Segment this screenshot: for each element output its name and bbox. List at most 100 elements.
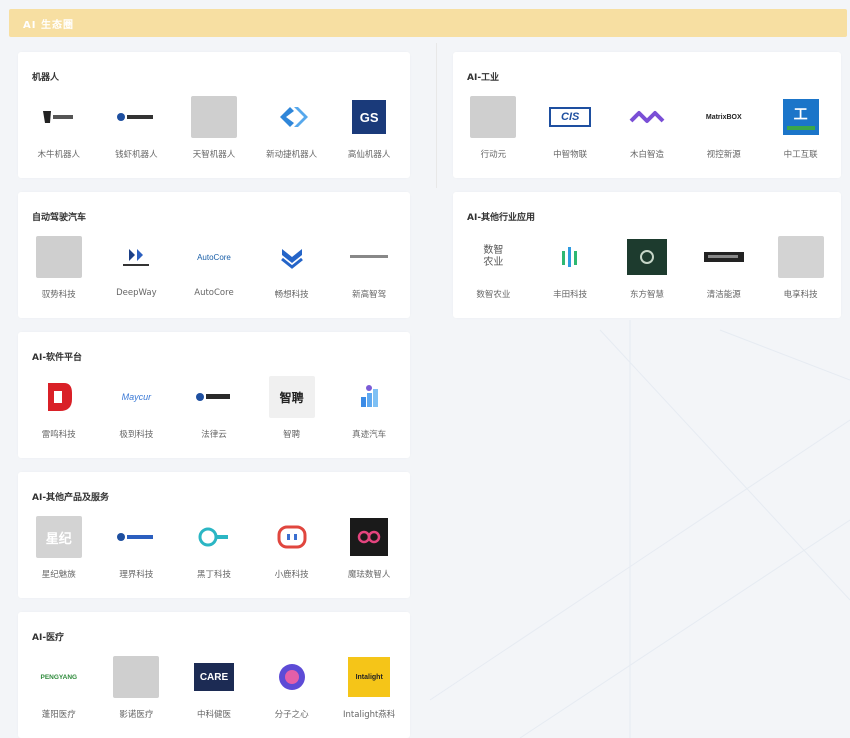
company-item[interactable]: Maycur 极到科技 bbox=[100, 376, 172, 440]
company-name[interactable]: 数智农业 bbox=[476, 288, 510, 300]
company-item[interactable]: 丰田科技 bbox=[534, 236, 606, 300]
qingjie-logo[interactable] bbox=[701, 236, 747, 278]
company-item[interactable]: 黑丁科技 bbox=[178, 516, 250, 580]
company-item[interactable]: 工中工互联 bbox=[765, 96, 837, 160]
company-item[interactable]: 数智 农业 数智农业 bbox=[457, 236, 529, 300]
company-name[interactable]: AutoCore bbox=[194, 288, 233, 298]
company-name[interactable]: 法律云 bbox=[201, 428, 227, 440]
company-item[interactable]: 木白智造 bbox=[611, 96, 683, 160]
company-item[interactable]: 法律云 bbox=[178, 376, 250, 440]
company-item[interactable]: 新高智驾 bbox=[333, 236, 405, 300]
company-name[interactable]: 天智机器人 bbox=[193, 148, 236, 160]
company-name[interactable]: 分子之心 bbox=[275, 708, 309, 720]
company-name[interactable]: 木牛机器人 bbox=[38, 148, 81, 160]
yingnuo-logo[interactable] bbox=[113, 656, 160, 698]
company-item[interactable]: PENGYANG 蓬阳医疗 bbox=[23, 656, 95, 721]
mubai-logo[interactable] bbox=[624, 96, 670, 138]
company-item[interactable]: 驭势科技 bbox=[23, 236, 95, 300]
company-item[interactable]: 小鹿科技 bbox=[256, 516, 328, 580]
company-item[interactable]: 电享科技 bbox=[765, 236, 837, 300]
company-item[interactable]: 行动元 bbox=[457, 96, 529, 160]
intalight-logo[interactable]: Intalight bbox=[346, 656, 392, 698]
company-item[interactable]: 钱虾机器人 bbox=[100, 96, 172, 160]
tianzhi-logo[interactable] bbox=[190, 96, 237, 138]
pengyang-logo[interactable]: PENGYANG bbox=[36, 656, 82, 698]
company-name[interactable]: 中科健医 bbox=[197, 708, 231, 720]
mofa-logo[interactable] bbox=[346, 516, 392, 558]
company-name[interactable]: 钱虾机器人 bbox=[115, 148, 158, 160]
company-name[interactable]: 雷鸣科技 bbox=[42, 428, 76, 440]
company-name[interactable]: 影诺医疗 bbox=[119, 708, 153, 720]
zhenji-logo[interactable] bbox=[346, 376, 392, 418]
muniu-logo[interactable] bbox=[36, 96, 82, 138]
xingji-logo[interactable]: 星纪 bbox=[35, 516, 82, 558]
xingdongyuan-logo[interactable] bbox=[470, 96, 517, 138]
company-name[interactable]: 驭势科技 bbox=[42, 288, 76, 300]
company-name[interactable]: 行动元 bbox=[481, 148, 507, 160]
company-item[interactable]: 理界科技 bbox=[100, 516, 172, 580]
company-name[interactable]: DeepWay bbox=[116, 288, 157, 298]
company-name[interactable]: 高仙机器人 bbox=[348, 148, 391, 160]
company-item[interactable]: 天智机器人 bbox=[178, 96, 250, 160]
qianxia-logo[interactable] bbox=[113, 96, 159, 138]
dongfang-logo[interactable] bbox=[624, 236, 670, 278]
company-item[interactable]: CARE 中科健医 bbox=[178, 656, 250, 720]
company-item[interactable]: 星纪 星纪魅族 bbox=[23, 516, 95, 580]
xindongjie-logo[interactable] bbox=[269, 96, 315, 138]
company-name[interactable]: 畅想科技 bbox=[275, 288, 309, 300]
company-name[interactable]: 中工互联 bbox=[784, 148, 818, 160]
company-name[interactable]: 真迹汽车 bbox=[352, 428, 386, 440]
matrixbox-logo[interactable]: MatrixBOX bbox=[701, 96, 747, 138]
company-name[interactable]: 理界科技 bbox=[119, 568, 153, 580]
company-item[interactable]: 畅想科技 bbox=[256, 236, 328, 300]
company-item[interactable]: DeepWay bbox=[100, 236, 172, 300]
deepway-logo[interactable] bbox=[113, 236, 159, 278]
company-name[interactable]: 中智物联 bbox=[553, 148, 587, 160]
lijie-logo[interactable] bbox=[113, 516, 159, 558]
company-item[interactable]: 影诺医疗 bbox=[100, 656, 172, 720]
cis-logo[interactable]: CIS bbox=[547, 96, 593, 138]
zhonggong-logo[interactable]: 工 bbox=[778, 96, 824, 138]
company-name[interactable]: 新动捷机器人 bbox=[266, 148, 317, 160]
company-name[interactable]: 东方智慧 bbox=[630, 288, 664, 300]
leiming-logo[interactable] bbox=[36, 376, 82, 418]
company-name[interactable]: 视控新源 bbox=[707, 148, 741, 160]
company-item[interactable]: MatrixBOX 视控新源 bbox=[688, 96, 760, 161]
company-name[interactable]: 星纪魅族 bbox=[42, 568, 76, 580]
company-item[interactable]: 雷鸣科技 bbox=[23, 376, 95, 440]
company-item[interactable]: Intalight Intalight燕科 bbox=[333, 656, 405, 720]
company-item[interactable]: 分子之心 bbox=[256, 656, 328, 720]
company-item[interactable]: 魔珐数智人 bbox=[333, 516, 405, 580]
dianxiang-logo[interactable] bbox=[777, 236, 824, 278]
falvyun-logo[interactable] bbox=[191, 376, 237, 418]
company-item[interactable]: 真迹汽车 bbox=[333, 376, 405, 440]
heiding-logo[interactable] bbox=[191, 516, 237, 558]
company-item[interactable]: AutoCore AutoCore bbox=[178, 236, 250, 300]
company-item[interactable]: 东方智慧 bbox=[611, 236, 683, 300]
company-name[interactable]: Intalight燕科 bbox=[343, 708, 395, 720]
jidao-logo[interactable]: Maycur bbox=[113, 376, 159, 418]
company-name[interactable]: 木白智造 bbox=[630, 148, 664, 160]
zhipin-logo[interactable]: 智聘 bbox=[268, 376, 315, 418]
yushi-logo[interactable] bbox=[35, 236, 82, 278]
company-name[interactable]: 智聘 bbox=[283, 428, 300, 440]
company-item[interactable]: 木牛机器人 bbox=[23, 96, 95, 160]
gaoxian-logo[interactable]: GS bbox=[346, 96, 392, 138]
company-name[interactable]: 魔珐数智人 bbox=[348, 568, 391, 580]
xiaolu-logo[interactable] bbox=[269, 516, 315, 558]
fenzi-logo[interactable] bbox=[269, 656, 315, 698]
company-name[interactable]: 清洁能源 bbox=[707, 288, 741, 300]
company-name[interactable]: 蓬阳医疗 bbox=[42, 708, 76, 720]
changxiang-logo[interactable] bbox=[269, 236, 315, 278]
care-logo[interactable]: CARE bbox=[191, 656, 237, 698]
company-item[interactable]: 清洁能源 bbox=[688, 236, 760, 300]
shuzhi-logo[interactable]: 数智 农业 bbox=[470, 236, 516, 278]
company-name[interactable]: 新高智驾 bbox=[352, 288, 386, 300]
fengtian-logo[interactable] bbox=[547, 236, 593, 278]
company-name[interactable]: 电享科技 bbox=[784, 288, 818, 300]
autocore-logo[interactable]: AutoCore bbox=[191, 236, 237, 278]
xingao-logo[interactable] bbox=[346, 236, 392, 278]
company-item[interactable]: GS 高仙机器人 bbox=[333, 96, 405, 160]
company-item[interactable]: CIS 中智物联 bbox=[534, 96, 606, 160]
company-name[interactable]: 丰田科技 bbox=[553, 288, 587, 300]
